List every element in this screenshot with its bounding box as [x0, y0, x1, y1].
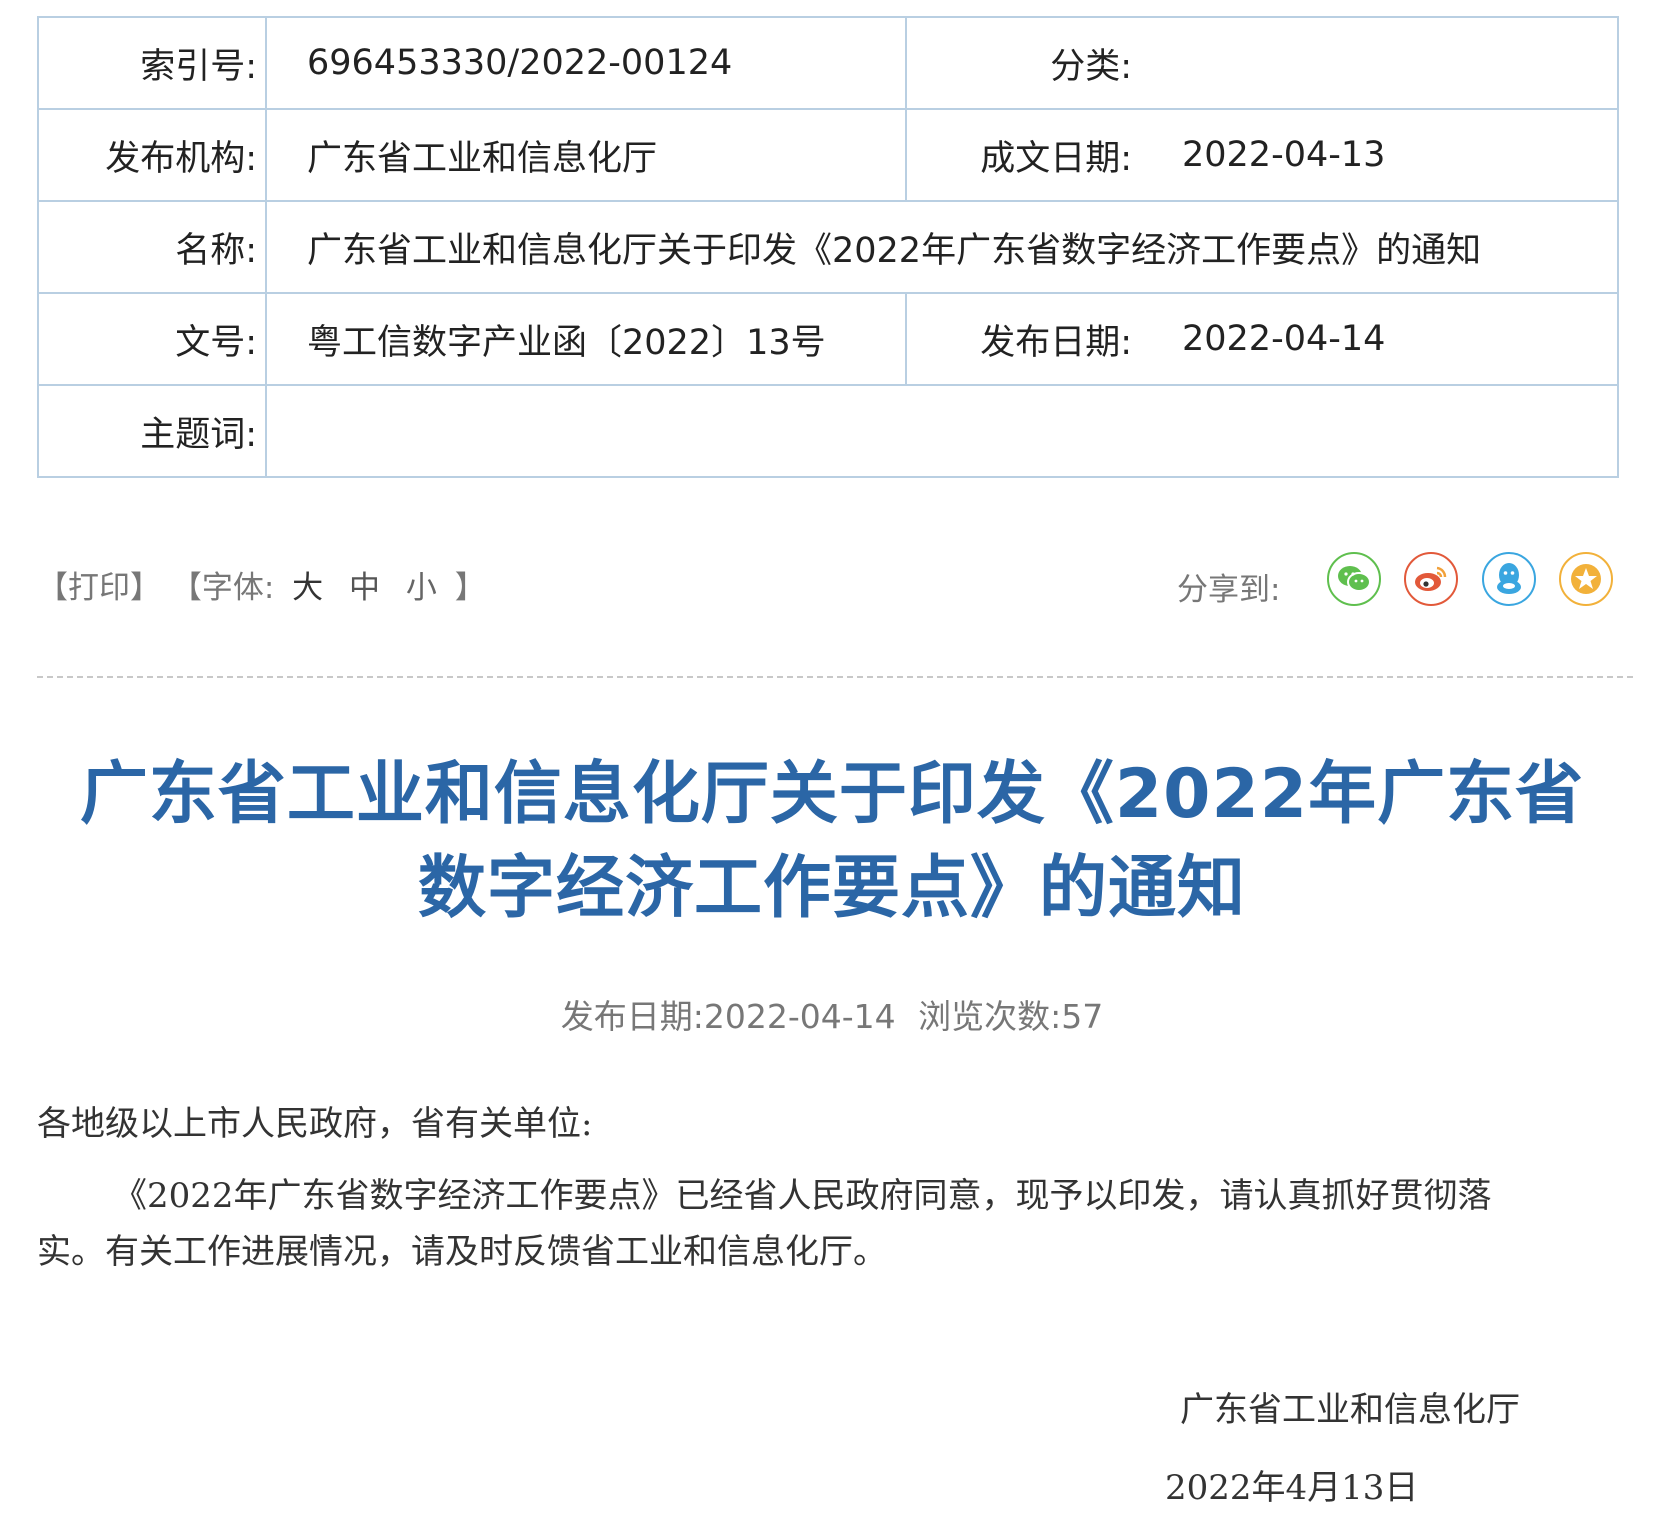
doc-no-label: 文号: — [37, 292, 267, 386]
meta-row-doc-no: 文号: 粤工信数字产业函〔2022〕13号 发布日期: 2022-04-14 — [37, 292, 1619, 386]
keywords-label: 主题词: — [37, 384, 267, 478]
section-divider — [37, 676, 1633, 678]
print-button[interactable]: 【打印】 — [37, 570, 161, 606]
wechat-share-button[interactable] — [1327, 552, 1381, 606]
written-date-cell: 成文日期: 2022-04-13 — [905, 108, 1619, 202]
publish-date-value: 2022-04-14 — [1182, 319, 1386, 359]
written-date-label: 成文日期: — [980, 138, 1132, 179]
signature-date: 2022年4月13日 — [1165, 1468, 1419, 1508]
signature-organization: 广东省工业和信息化厅 — [1180, 1390, 1520, 1430]
weibo-share-button[interactable] — [1404, 552, 1458, 606]
name-value: 广东省工业和信息化厅关于印发《2022年广东省数字经济工作要点》的通知 — [265, 200, 1619, 294]
toolbar-left: 【打印】 【字体: 大 中 小 】 — [37, 562, 486, 607]
index-value: 696453330/2022-00124 — [265, 16, 907, 110]
views-label: 浏览次数: — [918, 997, 1062, 1036]
keywords-value — [265, 384, 1619, 478]
meta-row-name: 名称: 广东省工业和信息化厅关于印发《2022年广东省数字经济工作要点》的通知 — [37, 200, 1619, 294]
font-size-open: 【字体: — [170, 570, 275, 606]
meta-row-issuer: 发布机构: 广东省工业和信息化厅 成文日期: 2022-04-13 — [37, 108, 1619, 202]
qq-icon — [1497, 563, 1521, 594]
name-label: 名称: — [37, 200, 267, 294]
written-date-value: 2022-04-13 — [1182, 135, 1386, 175]
article-title-line2: 数字经济工作要点》的通知 — [417, 849, 1246, 928]
wechat-icon — [1338, 566, 1371, 592]
document-meta-table: 索引号: 696453330/2022-00124 分类: 发布机构: 广东省工… — [37, 16, 1619, 478]
publish-date-label: 发布日期: — [980, 322, 1132, 363]
article-title: 广东省工业和信息化厅关于印发《2022年广东省 数字经济工作要点》的通知 — [37, 748, 1627, 936]
font-medium-button[interactable]: 中 — [349, 570, 380, 606]
category-label: 分类: — [1050, 46, 1132, 87]
qq-share-button[interactable] — [1482, 552, 1536, 606]
category-cell: 分类: — [905, 16, 1619, 110]
body-paragraph: 《2022年广东省数字经济工作要点》已经省人民政府同意，现予以印发，请认真抓好贯… — [37, 1176, 1492, 1272]
publish-info-date: 2022-04-14 — [703, 997, 896, 1036]
issuer-label: 发布机构: — [37, 108, 267, 202]
article-toolbar: 【打印】 【字体: 大 中 小 】 分享到: — [37, 552, 1617, 612]
font-large-button[interactable]: 大 — [292, 570, 323, 606]
share-label: 分享到: — [1177, 572, 1281, 608]
publish-info-label: 发布日期: — [560, 997, 704, 1036]
article-title-line1: 广东省工业和信息化厅关于印发《2022年广东省 — [79, 755, 1585, 834]
doc-no-value: 粤工信数字产业函〔2022〕13号 — [265, 292, 907, 386]
views-count: 57 — [1061, 997, 1104, 1036]
index-label: 索引号: — [37, 16, 267, 110]
issuer-value: 广东省工业和信息化厅 — [265, 108, 907, 202]
font-small-button[interactable]: 小 — [406, 570, 437, 606]
salutation: 各地级以上市人民政府，省有关单位: — [37, 1104, 593, 1144]
weibo-icon — [1415, 566, 1447, 591]
favorite-share-button[interactable] — [1559, 552, 1613, 606]
meta-row-index: 索引号: 696453330/2022-00124 分类: — [37, 16, 1619, 110]
publish-date-cell: 发布日期: 2022-04-14 — [905, 292, 1619, 386]
favorite-icon — [1571, 564, 1601, 594]
font-size-close: 】 — [454, 570, 486, 606]
publish-info: 发布日期:2022-04-14 浏览次数:57 — [37, 990, 1627, 1038]
meta-row-keywords: 主题词: — [37, 384, 1619, 478]
